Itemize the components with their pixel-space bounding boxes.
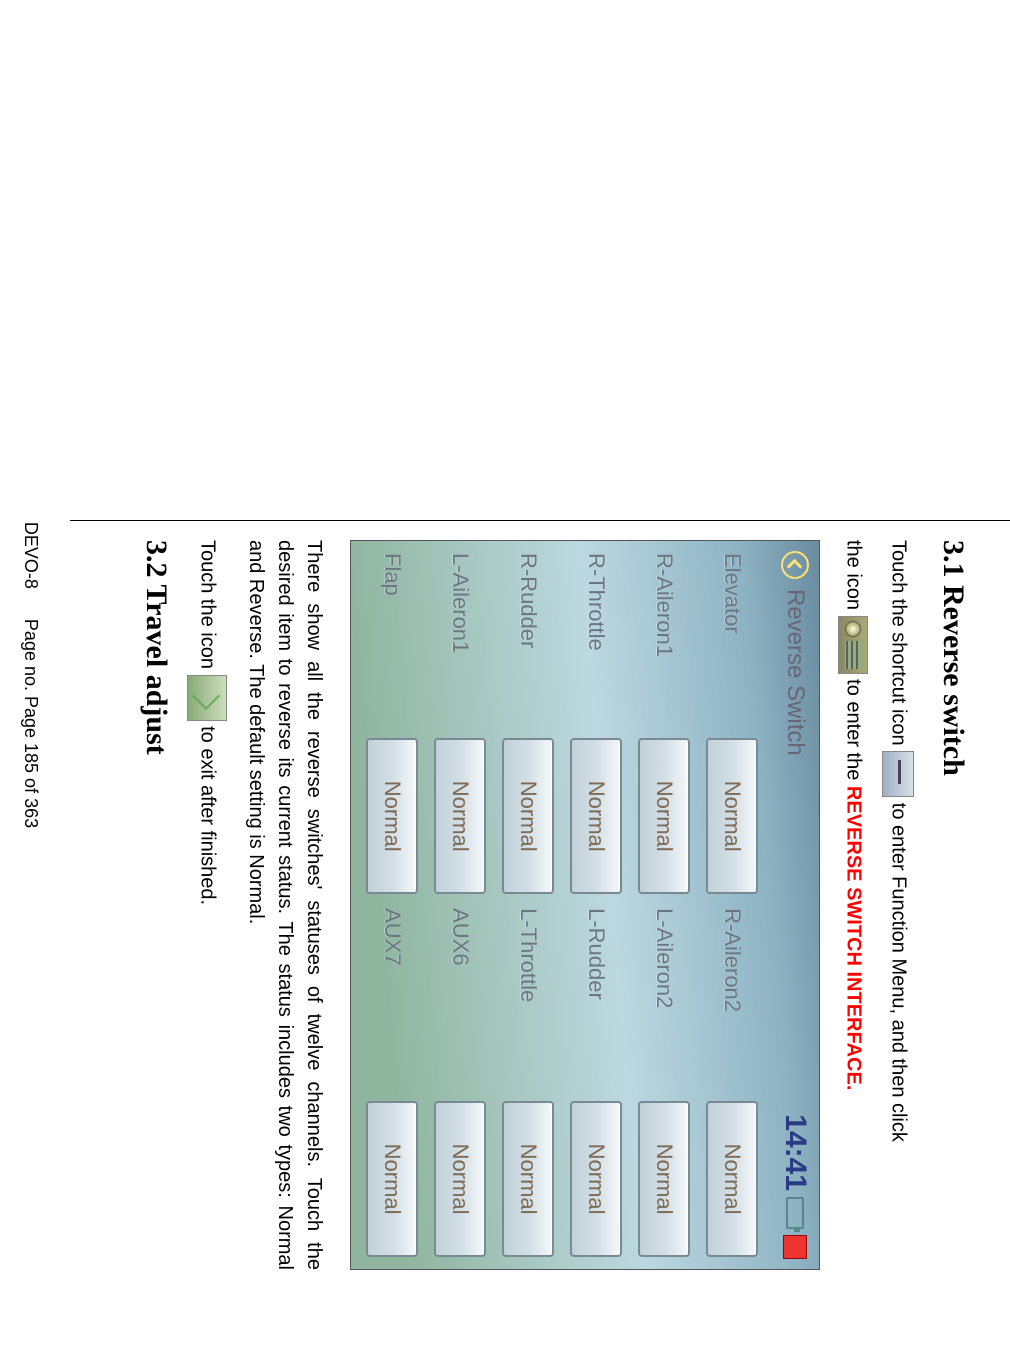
page-footer: DEVO-8 Page no. Page 185 of 363	[20, 0, 41, 1350]
footer-page: Page no. Page 185 of 363	[21, 619, 41, 828]
emphasis-red: REVERSE SWITCH INTERFACE.	[843, 786, 865, 1090]
screenshot-titlebar: Reverse Switch 14:41	[771, 541, 819, 1269]
channel-label: R-Throttle	[583, 553, 609, 724]
channel-label: L-Throttle	[515, 908, 541, 1087]
clock-text: 14:41	[778, 1114, 812, 1191]
channel-label: R-Aileron1	[651, 553, 677, 724]
text: Touch the icon	[197, 540, 219, 675]
channel-label: L-Aileron2	[651, 908, 677, 1087]
icon-bars	[845, 641, 861, 669]
reverse-toggle[interactable]: Normal	[638, 1101, 690, 1257]
footer-model: DEVO-8	[21, 522, 41, 589]
reverse-toggle[interactable]: Normal	[570, 1101, 622, 1257]
reverse-toggle[interactable]: Normal	[706, 1101, 758, 1257]
channel-label: L-Aileron1	[447, 553, 473, 724]
reverse-toggle[interactable]: Normal	[706, 738, 758, 894]
channel-label: R-Rudder	[515, 553, 541, 724]
paragraph-intro-1: Touch the shortcut icon to enter Functio…	[882, 540, 914, 1270]
channel-label: AUX6	[447, 908, 473, 1087]
reverse-toggle[interactable]: Normal	[366, 1101, 418, 1257]
channel-label: Elevator	[719, 553, 745, 724]
channel-grid: Elevator Normal R-Aileron2 Normal R-Aileron1…	[363, 553, 761, 1257]
shortcut-icon	[882, 751, 914, 797]
clock-area: 14:41	[778, 1114, 812, 1259]
text: Touch the shortcut icon	[888, 540, 910, 751]
reverse-toggle[interactable]: Normal	[638, 738, 690, 894]
heading-3-2: 3.2 Travel adjust	[139, 540, 173, 1270]
paragraph-desc: There show all the reverse switches' sta…	[241, 540, 328, 1270]
paragraph-intro-2: the icon to enter the REVERSE SWITCH INT…	[838, 540, 868, 1270]
battery-icon	[786, 1197, 804, 1229]
text: to exit after finished.	[197, 726, 219, 905]
reverse-toggle[interactable]: Normal	[570, 738, 622, 894]
channel-label: R-Aileron2	[719, 908, 745, 1087]
back-icon[interactable]	[781, 551, 809, 579]
document-page: 3.1 Reverse switch Touch the shortcut ic…	[0, 0, 1010, 1350]
close-icon[interactable]	[783, 1235, 807, 1259]
channel-label: AUX7	[379, 908, 405, 1087]
function-menu-icon	[838, 616, 868, 674]
channel-label: L-Rudder	[583, 908, 609, 1087]
channel-label: Flap	[379, 553, 405, 724]
icon-dot	[845, 621, 861, 637]
text: the icon	[843, 540, 865, 616]
content-column: 3.1 Reverse switch Touch the shortcut ic…	[117, 540, 970, 1270]
text: to enter Function Menu, and then click	[888, 803, 910, 1142]
reverse-toggle[interactable]: Normal	[434, 1101, 486, 1257]
paragraph-exit: Touch the icon to exit after finished.	[187, 540, 227, 1270]
reverse-toggle[interactable]: Normal	[502, 738, 554, 894]
text: to enter the	[843, 679, 865, 786]
screen-title: Reverse Switch	[781, 589, 809, 756]
vertical-divider	[70, 520, 1010, 521]
reverse-toggle[interactable]: Normal	[434, 738, 486, 894]
reverse-toggle[interactable]: Normal	[502, 1101, 554, 1257]
reverse-toggle[interactable]: Normal	[366, 738, 418, 894]
device-screenshot: Reverse Switch 14:41 Elevator Normal R-Ail…	[350, 540, 820, 1270]
exit-icon	[187, 675, 227, 721]
heading-3-1: 3.1 Reverse switch	[936, 540, 970, 1270]
